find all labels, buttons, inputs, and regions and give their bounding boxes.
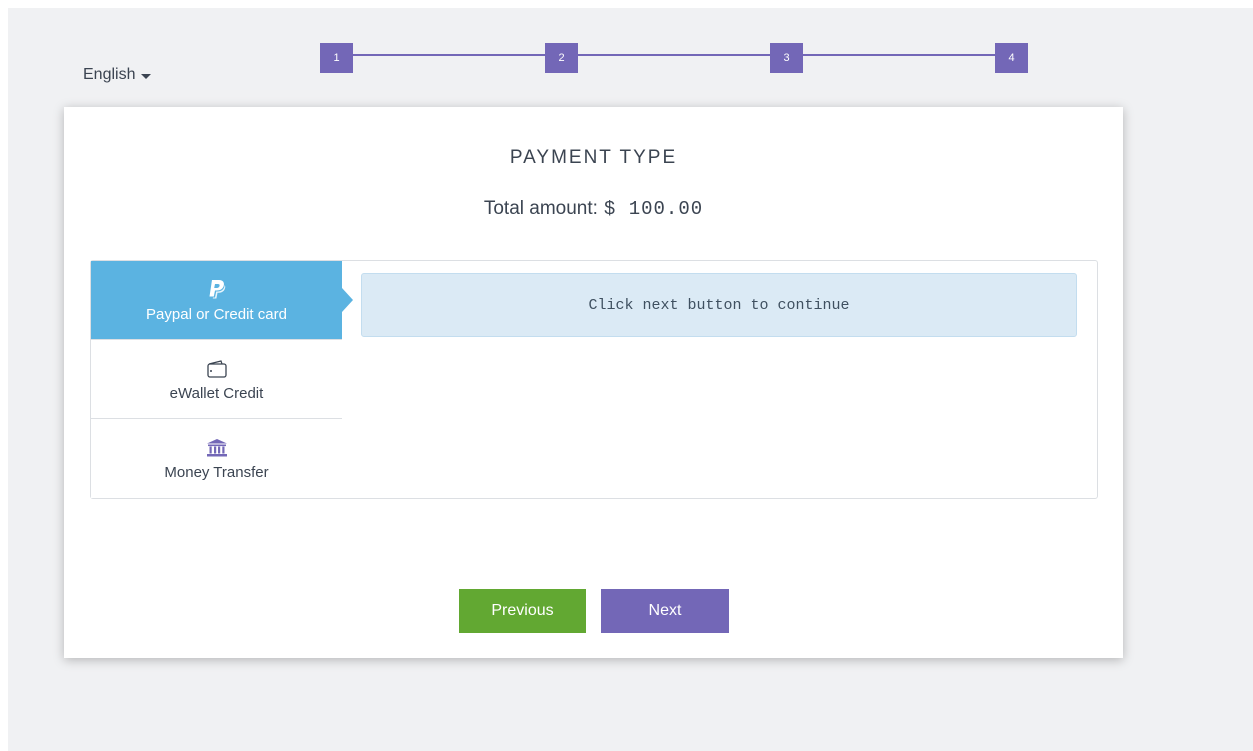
- step-1[interactable]: 1: [320, 43, 353, 73]
- next-button[interactable]: Next: [601, 589, 729, 633]
- step-3[interactable]: 3: [770, 43, 803, 73]
- stepper-line: [330, 54, 1018, 56]
- paypal-icon: [208, 278, 226, 302]
- payment-method-tabs: Paypal or Credit card eWallet Credit Mon…: [91, 261, 353, 498]
- step-4[interactable]: 4: [995, 43, 1028, 73]
- bank-icon: [206, 436, 228, 460]
- language-label: English: [83, 66, 136, 83]
- tab-money-transfer[interactable]: Money Transfer: [91, 419, 342, 498]
- language-selector[interactable]: English: [83, 66, 152, 84]
- tab-label: Paypal or Credit card: [146, 305, 287, 323]
- tab-label: Money Transfer: [164, 464, 269, 481]
- wallet-icon: [206, 357, 228, 381]
- page-title: PAYMENT TYPE: [509, 147, 678, 168]
- total-amount-value: $ 100.00: [603, 198, 704, 220]
- payment-method-panel: Paypal or Credit card eWallet Credit Mon…: [90, 260, 1098, 499]
- caret-down-icon: [141, 73, 152, 79]
- progress-stepper: 1 2 3 4: [320, 43, 1028, 73]
- payment-card: PAYMENT TYPE Total amount: $ 100.00 Paypa…: [64, 107, 1123, 658]
- tab-label: eWallet Credit: [169, 384, 264, 402]
- tab-paypal-credit-card[interactable]: Paypal or Credit card: [91, 261, 353, 340]
- total-amount: Total amount: $ 100.00: [64, 198, 1123, 220]
- tab-ewallet-credit[interactable]: eWallet Credit: [91, 340, 342, 419]
- previous-button[interactable]: Previous: [459, 589, 586, 633]
- step-2[interactable]: 2: [545, 43, 578, 73]
- total-amount-label: Total amount:: [483, 198, 598, 219]
- info-message: Click next button to continue: [361, 273, 1077, 337]
